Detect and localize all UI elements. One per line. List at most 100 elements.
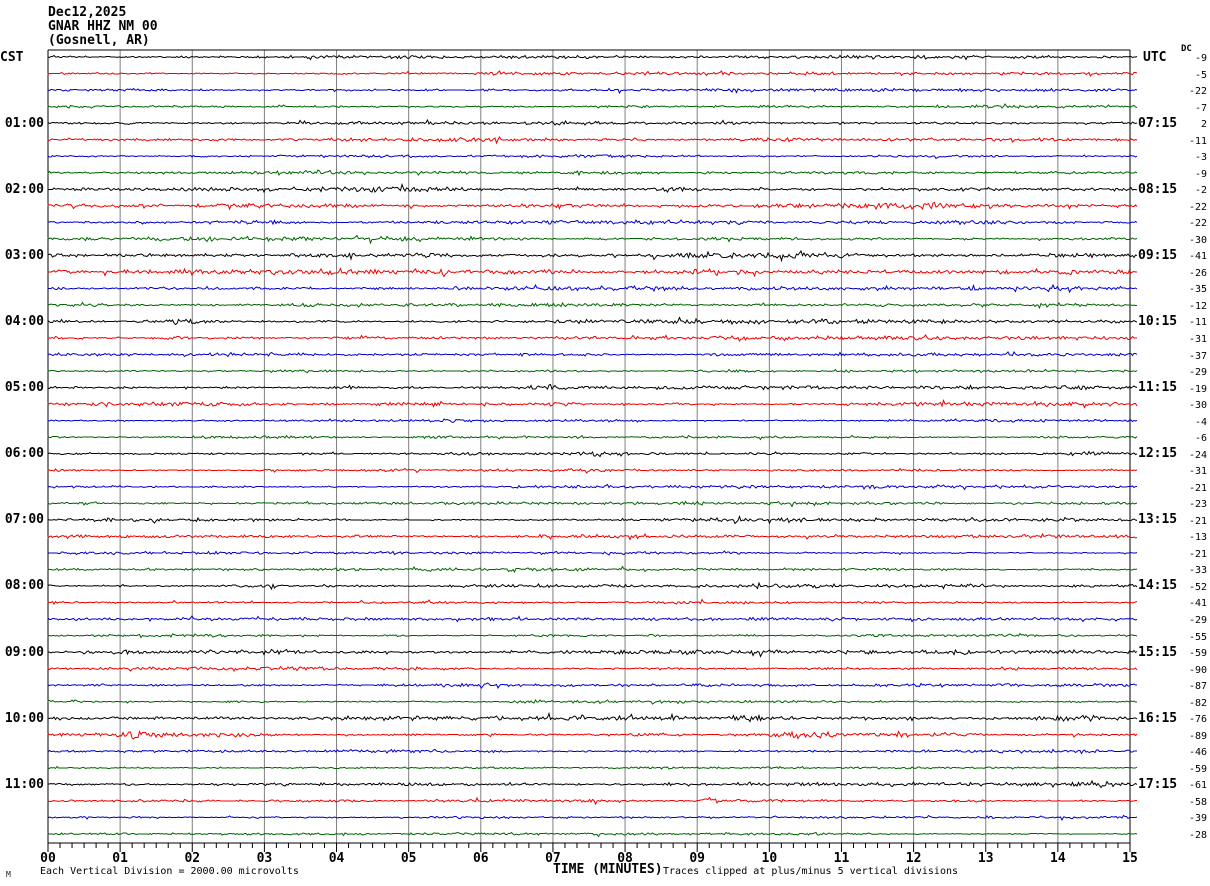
dc-value: -82 [1188, 697, 1207, 709]
dc-value: -29 [1188, 367, 1207, 379]
trace-row-16 [47, 316, 1138, 326]
trace-row-6 [47, 153, 1138, 160]
dc-value: -46 [1188, 747, 1207, 759]
dc-value: -12 [1188, 300, 1207, 312]
dc-value: -19 [1188, 383, 1207, 395]
trace-row-38 [47, 682, 1137, 690]
dc-value: -23 [1188, 499, 1207, 511]
dc-value: -31 [1188, 334, 1207, 345]
dc-value: -58 [1188, 796, 1207, 808]
cst-hour-label: 09:00 [4, 644, 44, 660]
trace-row-42 [47, 748, 1137, 755]
dc-value: -22 [1188, 218, 1207, 230]
trace-row-29 [47, 532, 1138, 541]
trace-row-44 [47, 779, 1138, 789]
dc-value: -11 [1188, 135, 1207, 147]
dc-value: -13 [1188, 532, 1207, 544]
minute-label: 00 [40, 851, 56, 866]
dc-value: -76 [1188, 714, 1207, 726]
cst-hour-label: 03:00 [4, 247, 44, 263]
cst-hour-label: 06:00 [4, 446, 44, 462]
trace-row-9 [47, 201, 1138, 211]
trace-row-47 [47, 831, 1138, 838]
trace-row-23 [47, 434, 1138, 441]
cst-hour-label: 07:00 [4, 512, 44, 528]
scale-note: Each Vertical Division = 2000.00 microvo… [40, 866, 299, 877]
dc-value: -28 [1188, 829, 1207, 841]
seismogram-plot [47, 49, 1138, 852]
trace-row-3 [47, 103, 1138, 109]
trace-row-30 [47, 550, 1138, 556]
dc-value: -21 [1188, 515, 1207, 527]
dc-value: -9 [1194, 53, 1207, 64]
trace-row-4 [47, 118, 1138, 126]
dc-value: -41 [1188, 598, 1207, 610]
trace-row-19 [47, 368, 1138, 374]
dc-value: -24 [1188, 449, 1207, 461]
trace-row-31 [47, 565, 1138, 574]
dc-value: -35 [1188, 284, 1207, 296]
cst-hour-label: 08:00 [4, 578, 44, 594]
minute-label: 10 [761, 851, 778, 866]
dc-value: -39 [1188, 813, 1207, 825]
trace-row-24 [47, 450, 1138, 458]
trace-row-11 [47, 234, 1138, 245]
trace-row-0 [47, 54, 1138, 61]
cst-hour-label: 05:00 [4, 380, 44, 396]
trace-row-36 [47, 648, 1138, 658]
trace-row-26 [47, 483, 1137, 491]
dc-value: -9 [1194, 168, 1207, 180]
dc-value: -33 [1188, 565, 1207, 577]
minute-label: 04 [328, 851, 345, 866]
dc-value: -90 [1188, 664, 1207, 676]
dc-value: -59 [1188, 648, 1207, 660]
dc-value: -11 [1188, 317, 1207, 329]
x-axis-title: TIME (MINUTES) [553, 862, 663, 877]
minute-label: 12 [905, 851, 922, 866]
minute-label: 01 [112, 851, 128, 866]
dc-value: -41 [1188, 251, 1207, 263]
dc-value: -22 [1188, 86, 1207, 98]
minute-label: 02 [184, 851, 201, 866]
trace-row-13 [47, 267, 1137, 278]
dc-value: -59 [1188, 763, 1207, 775]
dc-value: -29 [1188, 615, 1207, 627]
trace-row-40 [47, 711, 1138, 723]
trace-row-17 [48, 334, 1137, 342]
minute-label: 06 [472, 851, 489, 866]
trace-row-37 [47, 665, 1138, 672]
trace-row-14 [47, 283, 1138, 294]
trace-row-10 [47, 218, 1138, 226]
trace-row-12 [47, 249, 1138, 263]
dc-value: -4 [1194, 416, 1207, 428]
trace-row-27 [47, 500, 1138, 508]
dc-value: -31 [1188, 466, 1207, 478]
trace-row-1 [47, 70, 1138, 77]
minute-label: 14 [1050, 851, 1066, 866]
trace-row-2 [47, 87, 1138, 95]
minute-label: 13 [977, 851, 994, 866]
trace-row-20 [47, 383, 1138, 391]
cst-hour-label: 10:00 [4, 710, 44, 726]
trace-row-5 [47, 136, 1138, 145]
minute-label: 15 [1122, 851, 1138, 866]
cst-hour-label: 02:00 [4, 181, 44, 197]
trace-row-34 [47, 615, 1138, 623]
minute-label: 03 [256, 851, 273, 866]
trace-row-45 [47, 796, 1137, 806]
minute-label: 09 [689, 851, 706, 866]
trace-row-43 [47, 765, 1138, 770]
dc-value: -21 [1188, 482, 1207, 494]
clip-note: Traces clipped at plus/minus 5 vertical … [663, 866, 959, 877]
dc-value: -55 [1188, 631, 1207, 643]
cst-hour-label: 11:00 [4, 776, 44, 792]
trace-row-28 [47, 515, 1138, 525]
trace-row-25 [47, 467, 1138, 474]
trace-row-46 [47, 814, 1138, 822]
dc-value: -5 [1194, 69, 1207, 81]
helicorder-page: Dec12,2025 GNAR HHZ NM 00 (Gosnell, AR) … [0, 0, 1210, 886]
trace-row-35 [47, 632, 1138, 639]
dc-value: -21 [1188, 548, 1207, 560]
trace-row-22 [47, 418, 1138, 424]
dc-value: -3 [1194, 152, 1207, 164]
